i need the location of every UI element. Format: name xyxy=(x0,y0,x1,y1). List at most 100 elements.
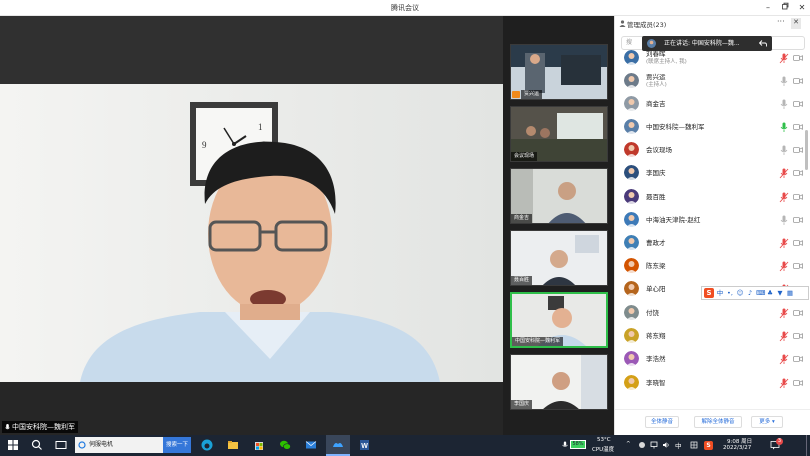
mic-icon[interactable] xyxy=(779,99,789,110)
skin-icon[interactable]: ♣ xyxy=(766,289,774,297)
member-row[interactable]: 中国安科院—魏利军 xyxy=(615,116,805,139)
member-row[interactable]: 李晓智 xyxy=(615,372,805,395)
thumbnail-5[interactable]: 李国庆 xyxy=(510,354,608,410)
member-role: (主持人) xyxy=(646,82,667,88)
mic-muted-icon[interactable] xyxy=(779,331,789,342)
camera-icon[interactable] xyxy=(793,76,803,86)
store-icon[interactable] xyxy=(252,438,266,452)
mic-muted-icon[interactable] xyxy=(779,308,789,319)
edge-icon[interactable] xyxy=(200,438,214,452)
camera-icon[interactable] xyxy=(793,122,803,132)
member-row[interactable]: 商金吉 xyxy=(615,93,805,116)
mic-muted-icon[interactable] xyxy=(779,53,789,64)
volume-icon[interactable] xyxy=(662,441,670,449)
thumbnail-2[interactable]: 商金吉 xyxy=(510,168,608,224)
camera-icon[interactable] xyxy=(793,99,803,109)
unmute-all-button[interactable]: 解除全体静音 xyxy=(694,416,742,428)
member-row[interactable]: 中海油天津院-赵红 xyxy=(615,209,805,232)
task-view-icon[interactable] xyxy=(54,438,68,452)
member-name: 付饶 xyxy=(646,309,659,317)
mic-icon[interactable] xyxy=(779,215,789,226)
emoji-icon[interactable]: ☺ xyxy=(736,289,744,297)
camera-icon[interactable] xyxy=(793,378,803,388)
camera-icon[interactable] xyxy=(793,168,803,178)
windows-start-icon[interactable] xyxy=(6,438,20,452)
member-row[interactable]: 蒋东翔 xyxy=(615,325,805,348)
member-row[interactable]: 聂百胜 xyxy=(615,186,805,209)
more-icon[interactable]: ··· xyxy=(777,17,785,26)
mic-icon[interactable] xyxy=(779,145,789,156)
tencent-meeting-taskbar-button[interactable] xyxy=(326,435,350,456)
panel-close-icon[interactable]: ✕ xyxy=(791,18,801,29)
tencent-meeting-icon xyxy=(333,443,343,447)
member-name: 单心阳 xyxy=(646,285,666,293)
member-row[interactable]: 陈东梁 xyxy=(615,255,805,278)
network-icon[interactable] xyxy=(650,441,658,449)
camera-icon[interactable] xyxy=(793,53,803,63)
mic-muted-icon[interactable] xyxy=(779,354,789,365)
member-row[interactable]: 李浩然 xyxy=(615,348,805,371)
thumbnail-label: 聂百胜 xyxy=(514,277,530,283)
tray-overflow-icon[interactable]: ^ xyxy=(626,441,631,447)
keyboard-icon[interactable]: ⌨ xyxy=(756,289,765,297)
thumbnail-4[interactable]: 中国安科院—魏利军 xyxy=(510,292,608,348)
member-avatar xyxy=(624,165,639,180)
thumbnail-0[interactable]: 贾兴运 xyxy=(510,44,608,100)
file-explorer-icon[interactable] xyxy=(226,438,240,452)
member-row[interactable]: 李国庆 xyxy=(615,162,805,185)
camera-icon[interactable] xyxy=(793,331,803,341)
sogou-ime-icon[interactable]: S xyxy=(704,288,714,298)
thumbnail-1[interactable]: 会议现场 xyxy=(510,106,608,162)
word-icon[interactable]: W xyxy=(357,438,371,452)
camera-icon[interactable] xyxy=(793,261,803,271)
maximize-icon[interactable] xyxy=(779,2,791,14)
taskbar-ime-indicator[interactable]: 中 xyxy=(675,440,682,450)
main-speaker-video[interactable]: 1 3 9 5 xyxy=(0,16,503,435)
shirt-icon[interactable]: ▼ xyxy=(776,289,784,297)
mic-speaking-icon[interactable] xyxy=(779,122,789,133)
panel-scrollbar[interactable] xyxy=(805,130,808,170)
minimize-icon[interactable]: – xyxy=(762,2,774,14)
camera-icon[interactable] xyxy=(793,238,803,248)
svg-text:9: 9 xyxy=(202,140,207,150)
mic-muted-icon[interactable] xyxy=(779,238,789,249)
show-desktop-button[interactable] xyxy=(806,435,808,456)
tray-app-icon[interactable] xyxy=(638,441,646,449)
more-button[interactable]: 更多 ▾ xyxy=(751,416,783,428)
voice-icon[interactable]: ♪ xyxy=(746,289,754,297)
clock-time[interactable]: 9:08 周日 xyxy=(727,437,752,445)
camera-icon[interactable] xyxy=(793,354,803,364)
camera-icon[interactable] xyxy=(793,215,803,225)
wechat-icon[interactable] xyxy=(278,438,292,452)
member-row[interactable]: 曹政才 xyxy=(615,232,805,255)
mic-muted-icon[interactable] xyxy=(779,261,789,272)
mic-muted-icon[interactable] xyxy=(779,378,789,389)
search-icon[interactable] xyxy=(30,438,44,452)
camera-icon[interactable] xyxy=(793,192,803,202)
ime-mode[interactable]: 中 xyxy=(716,289,724,297)
back-arrow-icon xyxy=(759,40,767,47)
camera-icon[interactable] xyxy=(793,308,803,318)
clock-date[interactable]: 2022/3/27 xyxy=(723,445,751,451)
close-icon[interactable]: ✕ xyxy=(796,2,808,14)
thumbnail-3[interactable]: 聂百胜 xyxy=(510,230,608,286)
mute-all-button[interactable]: 全体静音 xyxy=(645,416,679,428)
member-row[interactable]: 付饶 xyxy=(615,302,805,325)
mail-icon[interactable] xyxy=(304,438,318,452)
tray-mic-icon[interactable] xyxy=(561,441,569,449)
punctuation-icon[interactable]: •, xyxy=(726,289,734,297)
mic-icon[interactable] xyxy=(779,76,789,87)
toolbox-icon[interactable]: ▦ xyxy=(786,289,794,297)
windows-taskbar: 伺服电机 搜索一下 W 58% 53°C CPU温度 ^ 中 S 9:08 周日… xyxy=(0,435,810,456)
tray-sogou-icon[interactable]: S xyxy=(704,441,713,450)
mic-muted-icon[interactable] xyxy=(779,168,789,179)
tray-grid-icon[interactable] xyxy=(690,441,698,449)
taskbar-search-input[interactable]: 伺服电机 xyxy=(75,437,163,453)
member-row[interactable]: 贾兴运 (主持人) xyxy=(615,70,805,93)
mic-muted-icon[interactable] xyxy=(779,192,789,203)
taskbar-search-button[interactable]: 搜索一下 xyxy=(163,437,191,453)
member-row[interactable]: 刘春晖 (联席主持人, 我) xyxy=(615,47,805,70)
camera-icon[interactable] xyxy=(793,145,803,155)
battery-indicator[interactable]: 58% xyxy=(570,440,586,449)
member-row[interactable]: 会议现场 xyxy=(615,139,805,162)
